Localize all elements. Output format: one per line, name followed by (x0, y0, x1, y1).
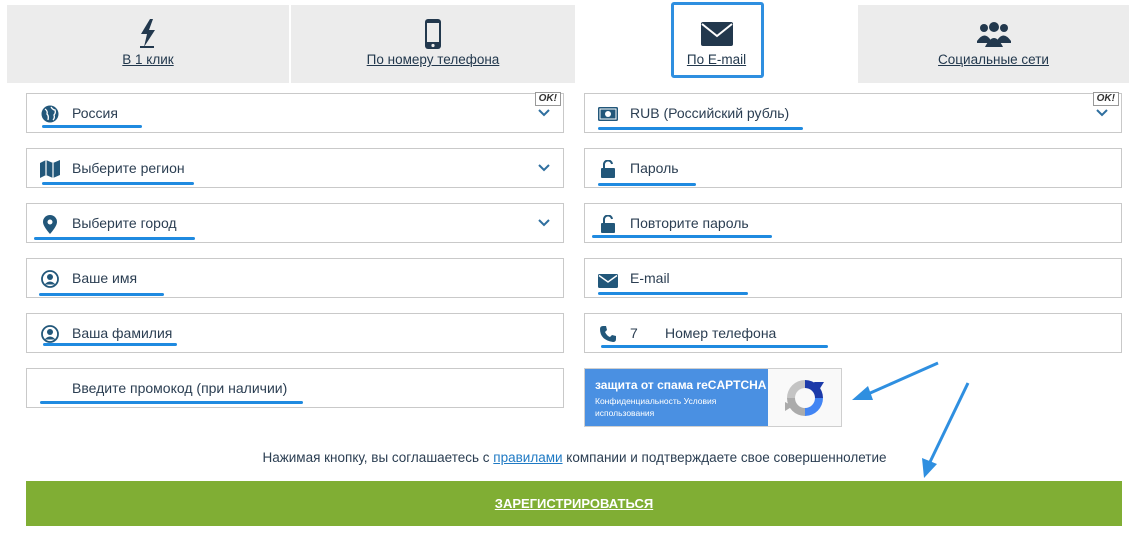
phone-prefix: 7 (630, 325, 638, 341)
agreement-before: Нажимая кнопку, вы соглашаетесь с (262, 450, 494, 465)
ok-badge: OK! (1092, 92, 1119, 106)
chevron-down-icon (1096, 109, 1108, 117)
promo-placeholder: Введите промокод (при наличии) (72, 380, 288, 396)
last-name-input[interactable]: Ваша фамилия (26, 313, 564, 353)
chevron-down-icon (538, 219, 550, 227)
tab-label: По E-mail (686, 52, 747, 67)
highlight-underline (598, 292, 748, 295)
tab-email[interactable]: По E-mail (575, 2, 858, 83)
tab-label: Социальные сети (938, 52, 1049, 67)
globe-icon (40, 104, 60, 124)
ok-badge: OK! (534, 92, 561, 106)
lightning-icon (7, 17, 289, 51)
first-name-placeholder: Ваше имя (72, 270, 138, 286)
password-repeat-placeholder: Повторите пароль (630, 215, 749, 231)
password-repeat-input[interactable]: Повторите пароль (584, 203, 1122, 243)
currency-value: RUB (Российский рубль) (630, 105, 790, 121)
arrow-to-captcha (852, 361, 939, 400)
recaptcha-title: защита от спама reCAPTCHA (595, 378, 767, 392)
registration-tabs: В 1 клик По номеру телефона По E-mail Со… (7, 2, 1129, 83)
region-select[interactable]: Выберите регион (26, 148, 564, 188)
email-input[interactable]: E-mail (584, 258, 1122, 298)
highlight-underline (601, 345, 828, 348)
agreement-after: компании и подтверждаете свое совершенно… (562, 450, 887, 465)
chevron-down-icon (538, 109, 550, 117)
people-icon (858, 17, 1129, 51)
rules-link[interactable]: правилами (493, 450, 562, 465)
country-value: Россия (72, 105, 118, 121)
country-select[interactable]: Россия OK! (26, 92, 564, 133)
phone-placeholder: Номер телефона (665, 325, 777, 341)
lock-icon (598, 214, 618, 234)
phone-input[interactable]: 7 Номер телефона (584, 313, 1122, 353)
chevron-down-icon (538, 164, 550, 172)
highlight-underline (43, 343, 177, 346)
city-select[interactable]: Выберите город (26, 203, 564, 243)
highlight-underline (40, 401, 303, 404)
tab-label: По номеру телефона (366, 52, 500, 67)
phone-handset-icon (598, 324, 618, 344)
highlight-underline (39, 293, 164, 296)
tab-phone[interactable]: По номеру телефона (291, 5, 575, 83)
highlight-underline (592, 235, 772, 238)
region-placeholder: Выберите регион (72, 160, 185, 176)
password-placeholder: Пароль (630, 160, 679, 176)
lock-icon (598, 159, 618, 179)
privacy-link[interactable]: Конфиденциальность (595, 396, 681, 406)
tab-one-click[interactable]: В 1 клик (7, 5, 289, 83)
currency-select[interactable]: RUB (Российский рубль) OK! (584, 92, 1122, 133)
user-icon (40, 324, 60, 344)
highlight-underline (42, 125, 142, 128)
highlight-underline (598, 127, 803, 130)
banknote-icon (598, 104, 618, 124)
location-pin-icon (40, 214, 60, 234)
email-placeholder: E-mail (630, 270, 670, 286)
promo-code-input[interactable]: Введите промокод (при наличии) (26, 368, 564, 408)
recaptcha-widget[interactable]: защита от спама reCAPTCHA Конфиденциальн… (584, 368, 842, 427)
recaptcha-links: Конфиденциальность Условия использования (595, 395, 755, 419)
register-label: ЗАРЕГИСТРИРОВАТЬСЯ (494, 496, 654, 511)
tab-label: В 1 клик (122, 52, 174, 67)
password-input[interactable]: Пароль (584, 148, 1122, 188)
map-icon (40, 159, 60, 179)
recaptcha-logo (768, 369, 841, 426)
phone-icon (291, 17, 575, 51)
highlight-underline (598, 183, 696, 186)
recaptcha-icon (784, 379, 824, 416)
highlight-underline (42, 182, 194, 185)
highlight-underline (34, 237, 195, 240)
agreement-text: Нажимая кнопку, вы соглашаетесь с правил… (0, 450, 1129, 465)
city-placeholder: Выберите город (72, 215, 177, 231)
user-icon (40, 269, 60, 289)
envelope-icon (575, 17, 858, 51)
last-name-placeholder: Ваша фамилия (72, 325, 173, 341)
first-name-input[interactable]: Ваше имя (26, 258, 564, 298)
tab-social[interactable]: Социальные сети (858, 5, 1129, 83)
register-button[interactable]: ЗАРЕГИСТРИРОВАТЬСЯ (26, 481, 1122, 526)
envelope-icon (598, 271, 618, 291)
